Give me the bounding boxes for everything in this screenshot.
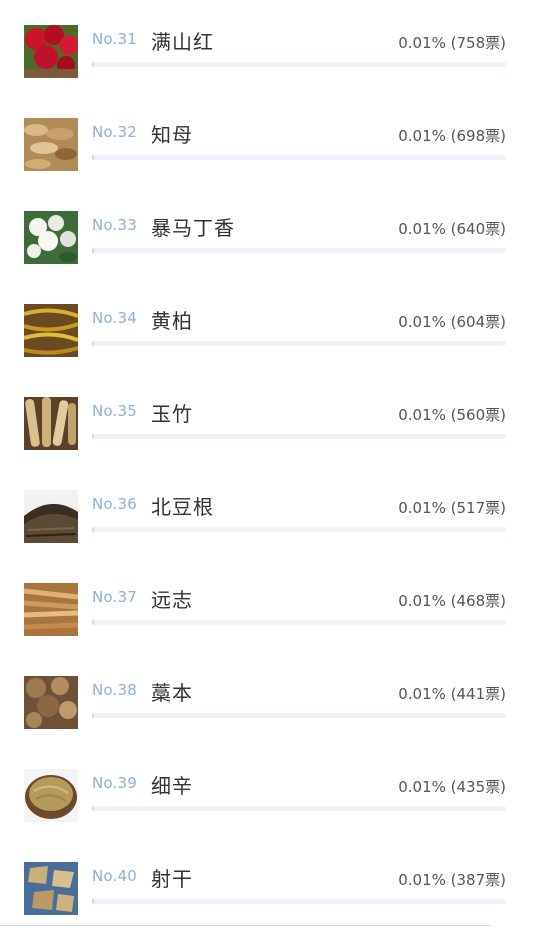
herb-name: 远志 xyxy=(151,588,193,612)
list-item[interactable]: No.32 知母 0.01% (698票) xyxy=(0,93,542,186)
herb-name: 满山红 xyxy=(151,30,214,54)
vote-stat: 0.01% (758票) xyxy=(398,34,506,52)
rank-number: No.36 xyxy=(92,495,137,513)
rank-number: No.33 xyxy=(92,216,137,234)
progress-bar xyxy=(92,806,506,811)
list-item[interactable]: No.31 满山红 0.01% (758票) xyxy=(0,0,542,93)
progress-bar xyxy=(92,434,506,439)
progress-bar xyxy=(92,341,506,346)
item-thumbnail-image xyxy=(24,676,78,729)
progress-fill xyxy=(92,527,95,532)
list-item[interactable]: No.36 北豆根 0.01% (517票) xyxy=(0,465,542,558)
progress-bar xyxy=(92,155,506,160)
item-thumbnail-image xyxy=(24,25,78,78)
vote-stat: 0.01% (435票) xyxy=(398,778,506,796)
vote-stat: 0.01% (604票) xyxy=(398,313,506,331)
progress-fill xyxy=(92,620,95,625)
item-thumbnail-image xyxy=(24,211,78,264)
progress-fill xyxy=(92,341,95,346)
herb-name: 暴马丁香 xyxy=(151,216,235,240)
list-item[interactable]: No.38 藁本 0.01% (441票) xyxy=(0,651,542,744)
item-thumbnail-image xyxy=(24,397,78,450)
item-thumbnail-image xyxy=(24,490,78,543)
item-thumbnail-image xyxy=(24,304,78,357)
vote-stat: 0.01% (640票) xyxy=(398,220,506,238)
rank-number: No.37 xyxy=(92,588,137,606)
item-thumbnail-image xyxy=(24,118,78,171)
vote-stat: 0.01% (387票) xyxy=(398,871,506,889)
item-thumbnail-image xyxy=(24,769,78,822)
rank-number: No.32 xyxy=(92,123,137,141)
herb-name: 藁本 xyxy=(151,681,193,705)
herb-name: 知母 xyxy=(151,123,193,147)
progress-bar xyxy=(92,62,506,67)
progress-bar xyxy=(92,899,506,904)
rank-number: No.31 xyxy=(92,30,137,48)
list-item[interactable]: No.39 细辛 0.01% (435票) xyxy=(0,744,542,837)
progress-bar xyxy=(92,713,506,718)
list-item[interactable]: No.34 黄柏 0.01% (604票) xyxy=(0,279,542,372)
list-item[interactable]: No.33 暴马丁香 0.01% (640票) xyxy=(0,186,542,279)
list-item[interactable]: No.40 射干 0.01% (387票) xyxy=(0,837,542,930)
herb-name: 黄柏 xyxy=(151,309,193,333)
progress-fill xyxy=(92,713,95,718)
progress-fill xyxy=(92,806,95,811)
rank-number: No.38 xyxy=(92,681,137,699)
progress-fill xyxy=(92,62,95,67)
herb-name: 玉竹 xyxy=(151,402,193,426)
rank-number: No.35 xyxy=(92,402,137,420)
vote-stat: 0.01% (441票) xyxy=(398,685,506,703)
vote-stat: 0.01% (468票) xyxy=(398,592,506,610)
vote-stat: 0.01% (560票) xyxy=(398,406,506,424)
progress-bar xyxy=(92,248,506,253)
bottom-divider xyxy=(0,925,490,926)
progress-bar xyxy=(92,620,506,625)
rank-number: No.34 xyxy=(92,309,137,327)
rank-number: No.39 xyxy=(92,774,137,792)
herb-name: 细辛 xyxy=(151,774,193,798)
progress-fill xyxy=(92,155,95,160)
progress-fill xyxy=(92,434,95,439)
vote-stat: 0.01% (698票) xyxy=(398,127,506,145)
progress-bar xyxy=(92,527,506,532)
vote-stat: 0.01% (517票) xyxy=(398,499,506,517)
item-thumbnail-image xyxy=(24,583,78,636)
list-item[interactable]: No.37 远志 0.01% (468票) xyxy=(0,558,542,651)
rank-number: No.40 xyxy=(92,867,137,885)
item-thumbnail-image xyxy=(24,862,78,915)
progress-fill xyxy=(92,248,95,253)
herb-name: 北豆根 xyxy=(151,495,214,519)
list-item[interactable]: No.35 玉竹 0.01% (560票) xyxy=(0,372,542,465)
progress-fill xyxy=(92,899,95,904)
herb-name: 射干 xyxy=(151,867,193,891)
